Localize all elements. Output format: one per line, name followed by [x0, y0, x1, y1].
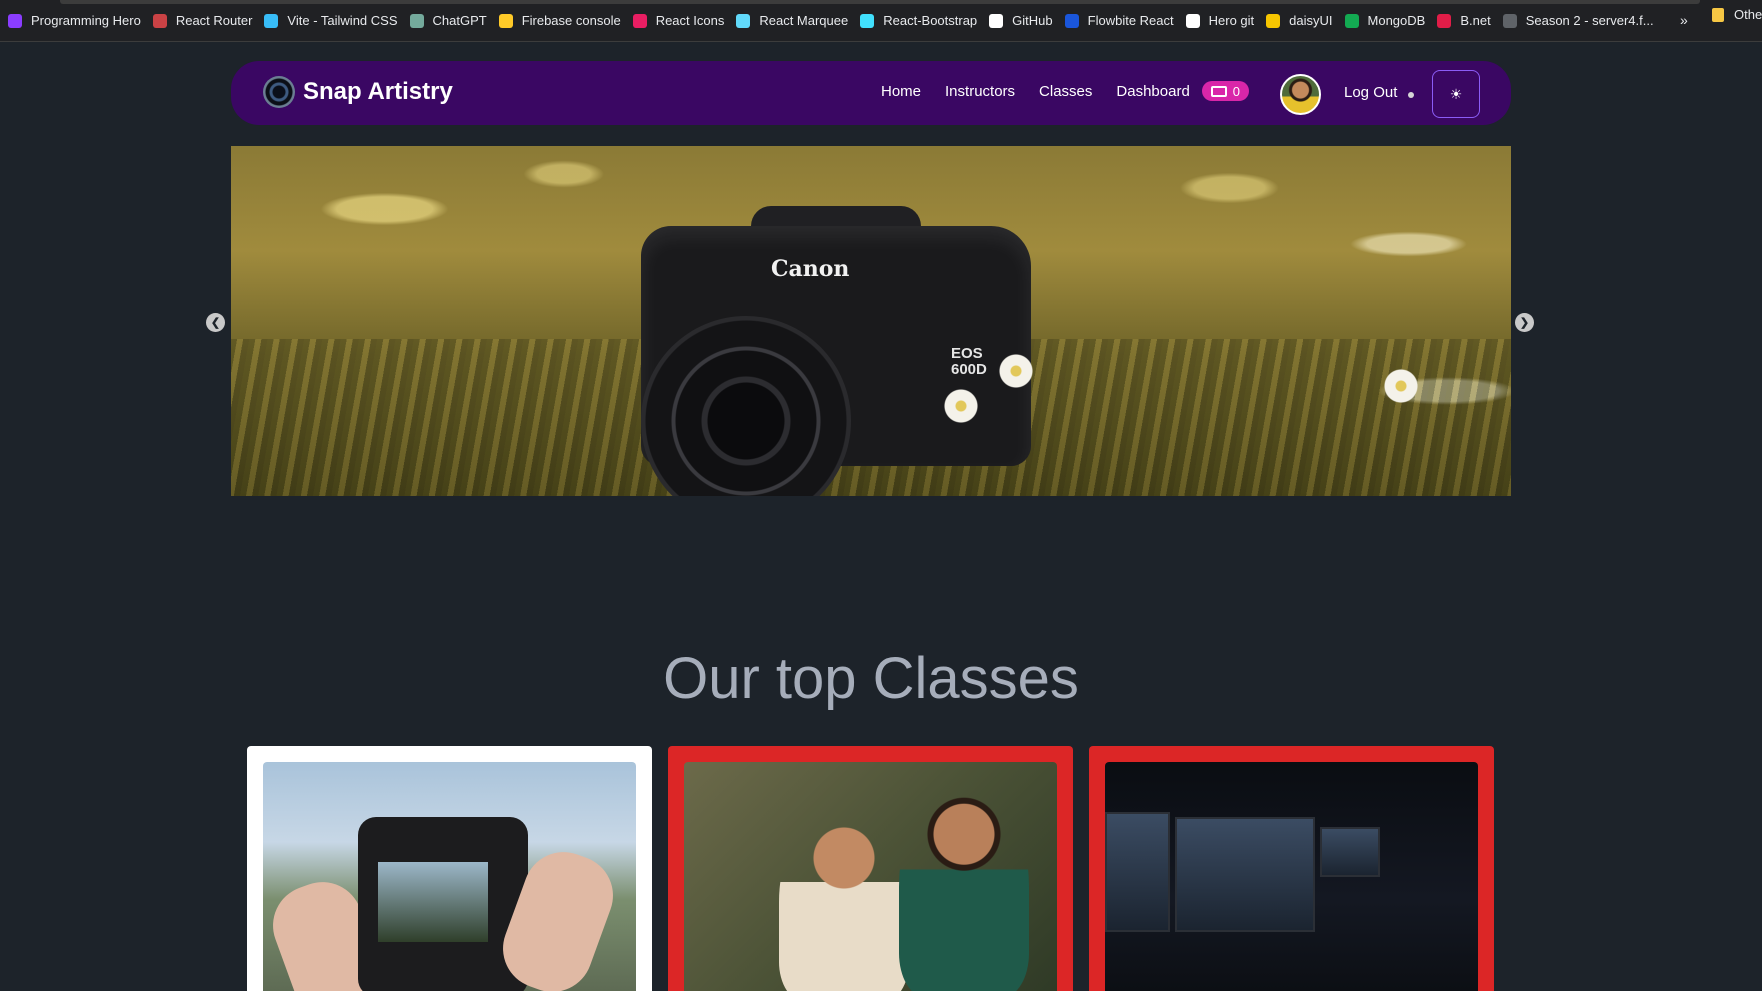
cart-badge[interactable]: 0 [1201, 81, 1250, 101]
tab-strip-edge [60, 0, 1700, 4]
bookmark-item[interactable]: B.net [1433, 7, 1498, 35]
nav-links: Home Instructors Classes Dashboard 0 [881, 81, 1250, 101]
bookmark-label: GitHub [1012, 13, 1053, 28]
class-card-image [263, 762, 636, 991]
brand-name: Snap Artistry [303, 78, 453, 105]
bookmark-label: daisyUI [1289, 13, 1333, 28]
camera-brand-text: Canon [771, 256, 850, 282]
bookmark-item[interactable]: Flowbite React [1061, 7, 1182, 35]
daisyui-icon [1266, 13, 1281, 28]
bookmark-label: Firebase console [521, 13, 621, 28]
bookmark-label: React Marquee [759, 13, 849, 28]
class-card[interactable] [247, 746, 652, 991]
bookmark-item[interactable]: Vite - Tailwind CSS [260, 7, 405, 35]
bookmark-label: Programming Hero [31, 13, 141, 28]
bookmark-label: MongoDB [1367, 13, 1426, 28]
white-flower [931, 376, 991, 436]
bookmark-item[interactable]: ChatGPT [406, 7, 495, 35]
tailwind-icon [264, 13, 279, 28]
bookmarks-overflow-button[interactable]: » [1680, 12, 1688, 28]
bookmark-item[interactable]: React Router [149, 7, 261, 35]
other-bookmarks-label: Othe [1734, 7, 1762, 22]
carousel-prev-button[interactable]: ❮ [206, 313, 225, 332]
bookmark-label: ChatGPT [432, 13, 487, 28]
flowbite-icon [1064, 13, 1079, 28]
monitor-illustration [1175, 817, 1315, 932]
bookmark-label: React-Bootstrap [883, 13, 978, 28]
bookmark-label: React Icons [655, 13, 725, 28]
theme-toggle-button[interactable]: ☀ [1432, 70, 1480, 118]
cart-count: 0 [1232, 83, 1241, 99]
camera-model-line1: EOS [951, 345, 983, 362]
firebase-icon [498, 13, 513, 28]
brand-link[interactable]: Snap Artistry [263, 76, 453, 108]
bookmark-item[interactable]: daisyUI [1262, 7, 1340, 35]
bride-illustration [779, 802, 909, 991]
bookmark-label: Season 2 - server4.f... [1525, 13, 1654, 28]
react-router-icon [152, 13, 167, 28]
class-card[interactable] [1089, 746, 1494, 991]
programming-hero-icon [8, 13, 22, 28]
react-icons-icon [632, 13, 647, 28]
bookmark-item[interactable]: Season 2 - server4.f... [1499, 7, 1662, 35]
monitor-illustration [1105, 812, 1170, 932]
nav-link-instructors[interactable]: Instructors [945, 83, 1015, 100]
react-bootstrap-icon [860, 13, 875, 28]
cart-folder-icon [1210, 85, 1227, 97]
bookmark-label: Vite - Tailwind CSS [287, 13, 398, 28]
white-flower [1381, 366, 1421, 406]
logout-button[interactable]: Log Out [1344, 84, 1397, 101]
bookmark-item[interactable]: React Marquee [732, 7, 856, 35]
nav-link-home[interactable]: Home [881, 83, 921, 100]
nav-link-dashboard[interactable]: Dashboard [1116, 83, 1189, 100]
camera-illustration [358, 817, 528, 991]
class-card[interactable] [668, 746, 1073, 991]
bookmark-item[interactable]: GitHub [985, 7, 1060, 35]
white-flower [991, 346, 1041, 396]
react-icon [736, 13, 751, 28]
github-icon [989, 13, 1004, 28]
bnet-icon [1437, 13, 1452, 28]
bookmarks-list: Programming Hero React Router Vite - Tailw… [4, 7, 1662, 35]
github-icon [1185, 13, 1200, 28]
bookmark-item[interactable]: Firebase console [495, 7, 629, 35]
folder-icon [1502, 13, 1517, 28]
section-title: Our top Classes [663, 646, 1079, 711]
bookmark-item[interactable]: Hero git [1182, 7, 1263, 35]
mongodb-icon [1344, 13, 1359, 28]
bookmarks-bar: Programming Hero React Router Vite - Tailw… [0, 0, 1762, 42]
class-card-image [1105, 762, 1478, 991]
carousel-next-button[interactable]: ❯ [1515, 313, 1534, 332]
bookmark-label: Hero git [1208, 13, 1255, 28]
other-bookmarks-folder[interactable]: Othe [1712, 7, 1762, 22]
chatgpt-icon [409, 13, 424, 28]
bookmark-item[interactable]: React Icons [629, 7, 733, 35]
bookmark-label: Flowbite React [1087, 13, 1174, 28]
bookmark-item[interactable]: MongoDB [1341, 7, 1434, 35]
hero-carousel-slide: Canon EOS 600D [231, 146, 1511, 496]
bookmark-label: B.net [1460, 13, 1491, 28]
camera-lens-logo-icon [263, 76, 295, 108]
nav-link-classes[interactable]: Classes [1039, 83, 1092, 100]
user-avatar[interactable] [1280, 74, 1321, 115]
class-card-image [684, 762, 1057, 991]
bookmark-label: React Router [175, 13, 253, 28]
camera-model-text: EOS 600D [951, 346, 987, 378]
folder-icon [1712, 7, 1724, 22]
status-dot [1408, 92, 1414, 98]
bookmark-item[interactable]: React-Bootstrap [856, 7, 985, 35]
bookmark-item[interactable]: Programming Hero [4, 7, 149, 35]
groom-illustration [899, 777, 1029, 991]
monitor-illustration [1320, 827, 1380, 877]
sun-icon: ☀ [1449, 85, 1463, 102]
site-navbar: Snap Artistry Home Instructors Classes D… [231, 61, 1511, 125]
